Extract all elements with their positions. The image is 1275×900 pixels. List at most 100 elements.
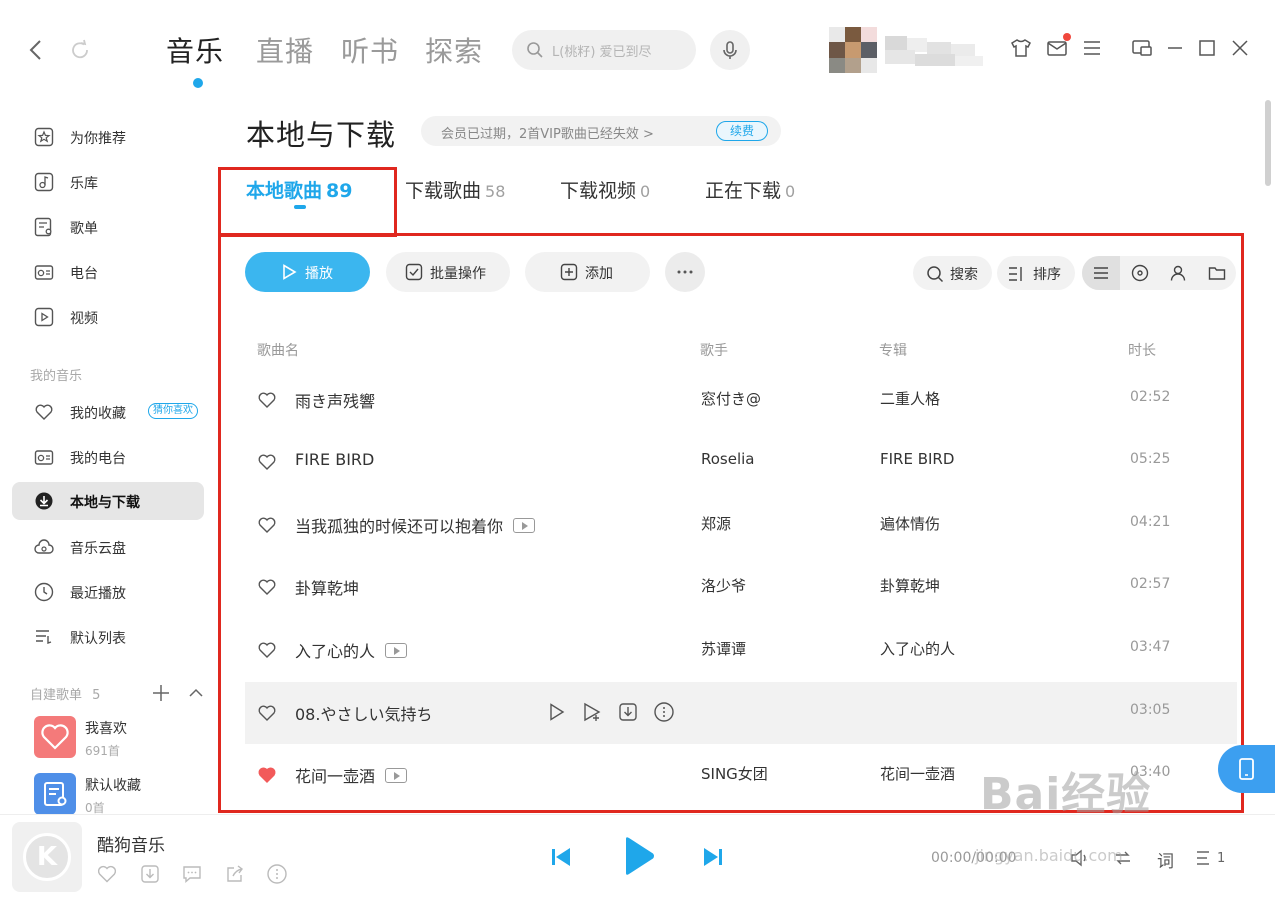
- song-artist[interactable]: Roselia: [701, 450, 755, 468]
- previous-button[interactable]: [549, 845, 573, 869]
- scrollbar[interactable]: [1265, 100, 1271, 186]
- sort-button[interactable]: 排序: [997, 256, 1075, 290]
- tab-downloading[interactable]: 正在下载 0: [705, 176, 795, 203]
- tab-downloaded-videos[interactable]: 下载视频 0: [560, 176, 650, 203]
- sidebar-item-cloud[interactable]: 音乐云盘: [12, 528, 204, 566]
- add-playlist-button[interactable]: [151, 683, 171, 703]
- refresh-button[interactable]: [68, 38, 92, 62]
- column-header-album[interactable]: 专辑: [879, 340, 907, 360]
- maximize-button[interactable]: [1195, 36, 1219, 60]
- playlist-name[interactable]: 默认收藏: [85, 775, 141, 795]
- view-folder-button[interactable]: [1198, 256, 1236, 290]
- like-icon[interactable]: [257, 703, 277, 723]
- top-tab-music[interactable]: 音乐: [166, 30, 224, 70]
- liked-heart-icon[interactable]: [257, 765, 277, 785]
- playlist-queue-button[interactable]: [1194, 847, 1216, 869]
- lyrics-button[interactable]: 词: [1157, 847, 1174, 872]
- sidebar-item-video[interactable]: 视频: [12, 298, 204, 336]
- mv-icon[interactable]: [385, 642, 408, 658]
- song-album[interactable]: 遍体情伤: [880, 513, 940, 534]
- username[interactable]: [885, 34, 987, 70]
- player-download-button[interactable]: [139, 863, 161, 885]
- tab-downloaded-songs[interactable]: 下载歌曲 58: [405, 176, 505, 203]
- sidebar-item-my-radio[interactable]: 我的电台: [12, 438, 204, 476]
- search-input[interactable]: L(桃籽) 爱已到尽: [512, 30, 696, 70]
- view-list-button[interactable]: [1082, 256, 1120, 290]
- heart-icon: [41, 724, 69, 750]
- player-share-button[interactable]: [224, 863, 246, 885]
- song-album[interactable]: FIRE BIRD: [880, 450, 954, 468]
- sidebar-item-recent[interactable]: 最近播放: [12, 573, 204, 611]
- vip-notice[interactable]: 会员已过期，2首VIP歌曲已经失效 > 续费: [421, 116, 781, 146]
- column-header-duration[interactable]: 时长: [1128, 340, 1156, 360]
- table-row[interactable]: 08.やさしい気持ち 03:05: [245, 682, 1237, 744]
- table-row[interactable]: 卦算乾坤 洛少爷 卦算乾坤 02:57: [245, 556, 1237, 618]
- playlist-cover[interactable]: [34, 773, 76, 815]
- play-pause-button[interactable]: [622, 836, 656, 876]
- player-more-button[interactable]: [266, 863, 288, 885]
- renew-button[interactable]: 续费: [716, 121, 768, 141]
- playlist-name[interactable]: 我喜欢: [85, 718, 127, 738]
- song-artist[interactable]: 洛少爷: [701, 575, 746, 596]
- song-artist[interactable]: 窓付き@: [701, 388, 761, 409]
- batch-operation-button[interactable]: 批量操作: [386, 252, 510, 292]
- skin-button[interactable]: [1009, 36, 1033, 60]
- row-more-button[interactable]: [653, 701, 677, 725]
- playlist-cover[interactable]: [34, 716, 76, 758]
- next-button[interactable]: [701, 845, 725, 869]
- table-row[interactable]: FIRE BIRD Roselia FIRE BIRD 05:25: [245, 431, 1237, 493]
- like-icon[interactable]: [257, 390, 277, 410]
- like-icon[interactable]: [257, 577, 277, 597]
- top-tab-live[interactable]: 直播: [256, 30, 314, 70]
- song-artist[interactable]: 苏谭谭: [701, 638, 746, 659]
- table-row[interactable]: 当我孤独的时候还可以抱着你 郑源 遍体情伤 04:21: [245, 494, 1237, 556]
- guess-you-like-tag[interactable]: 猜你喜欢: [148, 403, 198, 419]
- add-button[interactable]: 添加: [525, 252, 650, 292]
- sidebar-item-default-list[interactable]: 默认列表: [12, 618, 204, 656]
- song-album[interactable]: 入了心的人: [880, 638, 955, 659]
- player-comment-button[interactable]: [181, 863, 203, 885]
- song-title: 08.やさしい気持ち: [295, 705, 433, 724]
- view-artist-button[interactable]: [1159, 256, 1197, 290]
- top-tab-audiobook[interactable]: 听书: [341, 30, 399, 70]
- mini-mode-button[interactable]: [1130, 36, 1154, 60]
- avatar[interactable]: [829, 27, 877, 73]
- phone-sync-button[interactable]: [1218, 745, 1275, 793]
- mv-icon[interactable]: [513, 517, 536, 533]
- table-row[interactable]: 入了心的人 苏谭谭 入了心的人 03:47: [245, 619, 1237, 681]
- song-artist[interactable]: 郑源: [701, 513, 731, 534]
- menu-button[interactable]: [1080, 36, 1104, 60]
- row-add-to-button[interactable]: [581, 701, 605, 725]
- voice-search-button[interactable]: [710, 30, 750, 70]
- song-album[interactable]: 二重人格: [880, 388, 940, 409]
- player-like-button[interactable]: [96, 863, 118, 885]
- column-header-artist[interactable]: 歌手: [700, 340, 728, 360]
- play-all-button[interactable]: 播放: [245, 252, 370, 292]
- row-download-button[interactable]: [617, 701, 641, 725]
- sidebar-item-radio[interactable]: 电台: [12, 253, 204, 291]
- sidebar-item-playlists[interactable]: 歌单: [12, 208, 204, 246]
- sidebar-item-local-download[interactable]: 本地与下载: [12, 482, 204, 520]
- row-play-button[interactable]: [545, 701, 569, 725]
- like-icon[interactable]: [257, 515, 277, 535]
- more-options-button[interactable]: [665, 252, 705, 292]
- now-playing-cover[interactable]: K: [12, 822, 82, 892]
- top-tab-explore[interactable]: 探索: [425, 30, 483, 70]
- table-row[interactable]: 雨き声残響 窓付き@ 二重人格 02:52: [245, 369, 1237, 431]
- view-album-button[interactable]: [1121, 256, 1159, 290]
- collapse-playlists-button[interactable]: [186, 683, 206, 703]
- mv-icon[interactable]: [385, 767, 408, 783]
- now-playing-title[interactable]: 酷狗音乐: [97, 831, 165, 856]
- sidebar-item-library[interactable]: 乐库: [12, 163, 204, 201]
- column-header-title[interactable]: 歌曲名: [257, 340, 299, 360]
- like-icon[interactable]: [257, 640, 277, 660]
- song-album[interactable]: 卦算乾坤: [880, 575, 940, 596]
- song-album[interactable]: 花间一壶酒: [880, 763, 955, 784]
- sidebar-item-recommend[interactable]: 为你推荐: [12, 118, 204, 156]
- like-icon[interactable]: [257, 452, 277, 472]
- back-button[interactable]: [26, 38, 48, 62]
- close-button[interactable]: [1228, 36, 1252, 60]
- minimize-button[interactable]: [1163, 36, 1187, 60]
- search-songs-button[interactable]: 搜索: [913, 256, 992, 290]
- song-artist[interactable]: SING女团: [701, 763, 768, 784]
